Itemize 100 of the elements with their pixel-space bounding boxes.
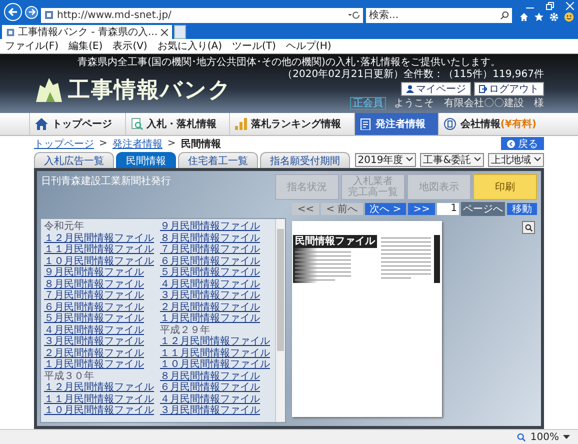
nav-tab[interactable]: 会社情報(¥有料) xyxy=(438,113,549,135)
file-link[interactable]: ６月民間情報ファイル xyxy=(44,302,156,313)
file-link[interactable]: ５月民間情報ファイル xyxy=(44,313,156,324)
file-link[interactable]: １２月民間情報ファイル xyxy=(160,336,272,348)
file-link[interactable]: ４月民間情報ファイル xyxy=(160,394,272,405)
scrollbar[interactable] xyxy=(275,219,285,422)
file-link[interactable]: １１月民間情報ファイル xyxy=(44,244,156,256)
dropdown-and-refresh-icon[interactable] xyxy=(348,10,360,20)
file-link[interactable]: １０月民間情報ファイル xyxy=(44,256,156,267)
restore-icon[interactable] xyxy=(546,2,554,10)
action-button[interactable]: 印刷 xyxy=(473,174,537,200)
file-link[interactable]: ７月民間情報ファイル xyxy=(44,290,156,302)
file-link[interactable]: １２月民間情報ファイル xyxy=(44,232,156,244)
welcome-text: ようこそ 有限会社〇〇建設 様 xyxy=(394,98,544,110)
menu-item[interactable]: 編集(E) xyxy=(68,39,103,53)
nav-tab[interactable]: 入札・落札情報 xyxy=(124,113,230,135)
smiley-icon[interactable] xyxy=(564,12,574,22)
forward-button[interactable] xyxy=(25,6,38,18)
close-icon[interactable] xyxy=(160,28,168,36)
file-link[interactable]: ８月民間情報ファイル xyxy=(160,370,272,382)
nav-tab[interactable]: 落札ランキング情報 xyxy=(229,113,354,135)
year-heading: 令和元年 xyxy=(44,221,85,232)
file-link[interactable]: ６月民間情報ファイル xyxy=(160,256,272,267)
file-link[interactable]: １１月民間情報ファイル xyxy=(44,394,156,405)
tab[interactable]: 住宅着工一覧 xyxy=(178,152,258,168)
publisher-text: 日刊青森建設工業新聞社発行 xyxy=(41,174,171,189)
go-button[interactable]: 移動 xyxy=(507,203,537,215)
site-logo-text: 工事情報バンク xyxy=(68,76,232,104)
file-link[interactable]: ２月民間情報ファイル xyxy=(160,302,272,313)
exit-icon xyxy=(479,85,487,93)
file-link[interactable]: ９月民間情報ファイル xyxy=(44,267,156,278)
menu-item[interactable]: ツール(T) xyxy=(232,39,276,53)
file-link[interactable]: １月民間情報ファイル xyxy=(160,313,272,324)
file-link[interactable]: ３月民間情報ファイル xyxy=(160,290,272,302)
breadcrumb-link[interactable]: トップページ xyxy=(34,136,94,150)
menu-item[interactable]: ヘルプ(H) xyxy=(286,39,332,53)
file-link[interactable]: ３月民間情報ファイル xyxy=(44,336,156,348)
bar-chart-icon xyxy=(235,118,248,130)
back-button[interactable] xyxy=(4,3,22,21)
tab-title: 工事情報バンク - 青森県の入... xyxy=(18,26,158,39)
menu-item[interactable]: 表示(V) xyxy=(112,39,148,53)
file-link[interactable]: ８月民間情報ファイル xyxy=(160,232,272,244)
file-link[interactable]: ２月民間情報ファイル xyxy=(44,348,156,359)
settings-icon[interactable] xyxy=(549,12,559,22)
chevron-down-icon xyxy=(474,157,481,162)
year-heading: 平成２９年 xyxy=(160,324,211,336)
text-lines-drawing xyxy=(379,235,441,283)
tab[interactable]: 民間情報 xyxy=(116,152,176,168)
zoom-button[interactable] xyxy=(522,221,535,234)
file-link[interactable]: １２月民間情報ファイル xyxy=(44,382,156,394)
file-link[interactable]: ５月民間情報ファイル xyxy=(160,267,272,278)
browser-tab[interactable]: 工事情報バンク - 青森県の入... xyxy=(2,25,172,39)
building-circle-icon xyxy=(444,118,456,130)
nav-label: 落札ランキング情報 xyxy=(251,118,342,131)
file-link[interactable]: １１月民間情報ファイル xyxy=(160,348,272,359)
new-tab-button[interactable] xyxy=(174,25,186,39)
tab[interactable]: 入札広告一覧 xyxy=(34,152,114,168)
pager-button[interactable]: 次へ > xyxy=(364,203,406,215)
menu-item[interactable]: ファイル(F) xyxy=(5,39,59,53)
nav-label: 発注者情報 xyxy=(376,117,426,131)
back-arrow-icon xyxy=(507,140,515,148)
file-link[interactable]: １０月民間情報ファイル xyxy=(44,405,156,416)
file-link[interactable]: ６月民間情報ファイル xyxy=(160,382,272,394)
zoom-level[interactable]: 100% xyxy=(530,432,559,442)
year-heading: 平成３０年 xyxy=(44,370,95,382)
filter-dropdown[interactable]: 工事&委託 xyxy=(420,152,484,166)
house-icon xyxy=(35,118,48,130)
home-icon[interactable] xyxy=(519,12,529,22)
page-suffix: ページへ xyxy=(461,202,505,216)
nav-label: トップページ xyxy=(52,117,112,131)
nav-tab[interactable]: トップページ xyxy=(29,113,125,135)
file-link[interactable]: ８月民間情報ファイル xyxy=(44,278,156,290)
menu-item[interactable]: お気に入り(A) xyxy=(157,39,222,53)
search-field[interactable]: 検索... xyxy=(366,8,512,22)
file-link[interactable]: ９月民間情報ファイル xyxy=(160,221,272,232)
mypage-button[interactable]: マイページ xyxy=(401,82,471,96)
star-icon[interactable] xyxy=(534,12,544,22)
breadcrumb-link[interactable]: 発注者情報 xyxy=(112,136,162,150)
file-link[interactable]: ４月民間情報ファイル xyxy=(44,324,156,336)
tab[interactable]: 指名願受付期間 xyxy=(260,152,350,168)
file-link[interactable]: ４月民間情報ファイル xyxy=(160,278,272,290)
file-link[interactable]: １月民間情報ファイル xyxy=(44,359,156,370)
file-link[interactable]: １０月民間情報ファイル xyxy=(160,359,272,370)
search-placeholder: 検索... xyxy=(369,8,400,22)
zoom-magnifier-icon xyxy=(517,432,526,442)
filter-dropdown[interactable]: 2019年度 xyxy=(354,152,416,166)
page-number-input[interactable]: 1 xyxy=(437,203,459,215)
back-button[interactable]: 戻る xyxy=(501,137,544,150)
nav-label: 会社情報(¥有料) xyxy=(460,118,536,131)
nav-tab[interactable]: 発注者情報 xyxy=(354,113,438,135)
search-icon[interactable] xyxy=(500,10,509,20)
filter-dropdown[interactable]: 上北地域 xyxy=(488,152,544,166)
file-link[interactable]: ３月民間情報ファイル xyxy=(160,405,272,416)
logout-button[interactable]: ログアウト xyxy=(474,82,544,96)
breadcrumb-separator: > xyxy=(99,138,108,149)
chevron-down-icon[interactable] xyxy=(563,434,570,440)
address-bar[interactable]: http://www.md-snet.jp/ xyxy=(41,8,363,22)
file-link[interactable]: ７月民間情報ファイル xyxy=(160,244,272,256)
pager-button[interactable]: >> xyxy=(408,203,435,215)
search-icon xyxy=(524,224,532,232)
